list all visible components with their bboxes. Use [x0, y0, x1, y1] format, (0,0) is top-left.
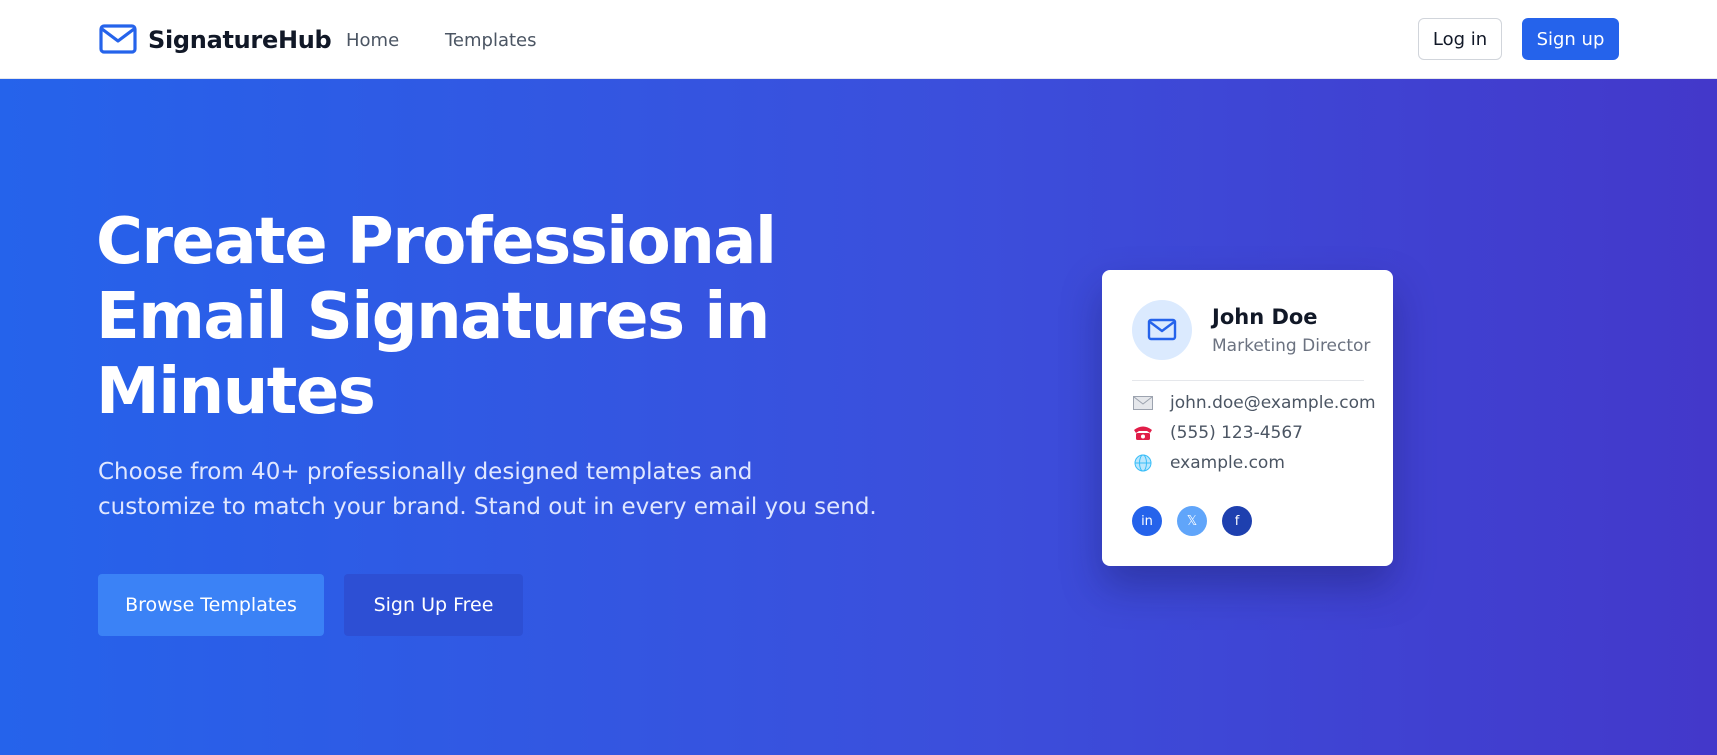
linkedin-icon[interactable]: in — [1132, 506, 1162, 536]
divider — [1132, 380, 1364, 381]
envelope-icon — [99, 24, 137, 54]
brand-logo[interactable]: SignatureHub — [98, 22, 332, 58]
signature-name: John Doe — [1212, 305, 1318, 329]
signup-button[interactable]: Sign up — [1522, 18, 1619, 60]
facebook-icon[interactable]: f — [1222, 506, 1252, 536]
top-navbar: SignatureHub Home Templates Log in Sign … — [0, 0, 1717, 79]
envelope-icon — [1132, 396, 1154, 410]
hero-subtitle-line: customize to match your brand. Stand out… — [98, 494, 877, 520]
signature-email: john.doe@example.com — [1170, 393, 1376, 413]
signature-role: Marketing Director — [1212, 336, 1371, 356]
signature-phone-row: (555) 123-4567 — [1132, 423, 1303, 443]
signature-website: example.com — [1170, 453, 1285, 473]
hero-title-line: Minutes — [96, 355, 376, 429]
globe-icon — [1132, 454, 1154, 472]
envelope-icon — [1147, 318, 1177, 341]
hero-section: Create Professional Email Signatures in … — [0, 79, 1717, 755]
nav-link-templates[interactable]: Templates — [445, 30, 537, 51]
avatar — [1132, 300, 1192, 360]
signature-email-row: john.doe@example.com — [1132, 393, 1376, 413]
signature-preview-card: John Doe Marketing Director john.doe@exa… — [1102, 270, 1393, 566]
hero-subtitle-line: Choose from 40+ professionally designed … — [98, 459, 753, 485]
signature-phone: (555) 123-4567 — [1170, 423, 1303, 443]
login-button[interactable]: Log in — [1418, 18, 1502, 60]
brand-name: SignatureHub — [148, 26, 332, 54]
sign-up-free-button[interactable]: Sign Up Free — [344, 574, 523, 636]
hero-title-line: Create Professional — [96, 205, 777, 279]
hero-title-line: Email Signatures in — [96, 280, 770, 354]
nav-link-home[interactable]: Home — [346, 30, 399, 51]
hero-title: Create Professional Email Signatures in … — [96, 205, 856, 430]
telephone-icon — [1132, 425, 1154, 441]
x-icon[interactable]: 𝕏 — [1177, 506, 1207, 536]
signature-website-row: example.com — [1132, 453, 1285, 473]
hero-subtitle: Choose from 40+ professionally designed … — [98, 455, 878, 525]
browse-templates-button[interactable]: Browse Templates — [98, 574, 324, 636]
